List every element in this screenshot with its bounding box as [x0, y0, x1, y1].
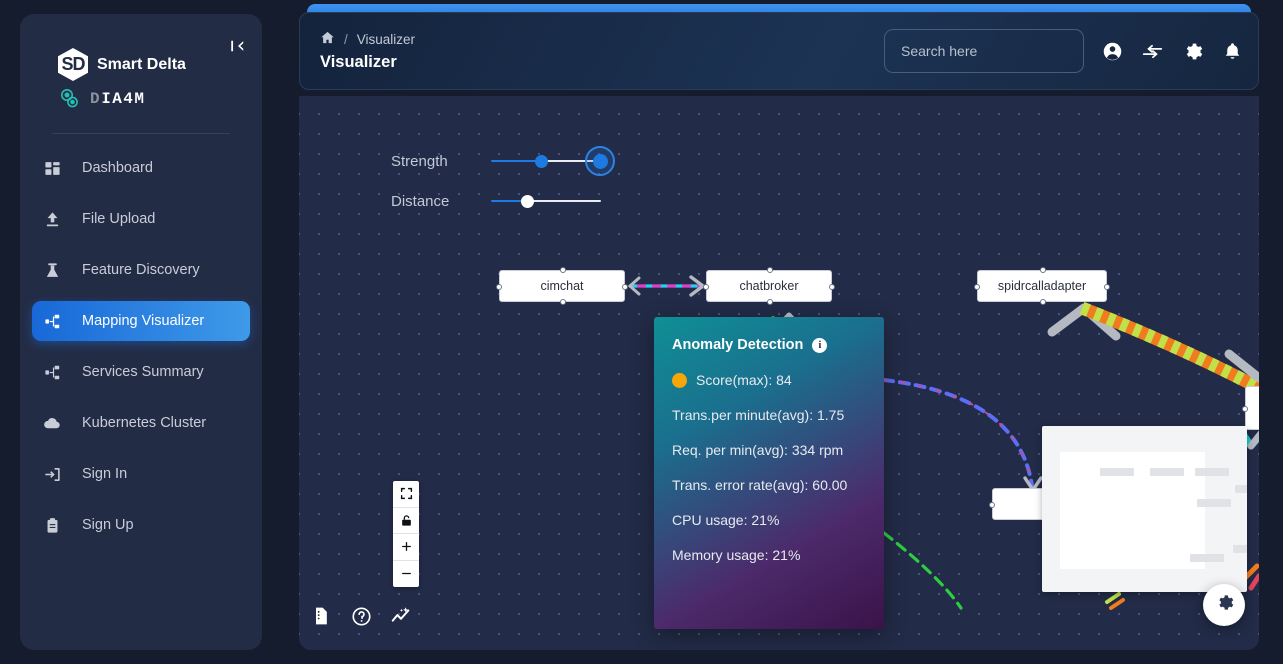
sidebar-item-label: Services Summary [82, 364, 204, 380]
anomaly-metric-row: Trans.per minute(avg): 1.75 [672, 407, 884, 423]
node-label: chatbroker [739, 279, 799, 293]
breadcrumb-separator: / [344, 31, 348, 47]
app-root: SD Smart Delta DIA4M Dashboard File Uplo… [0, 0, 1283, 664]
login-icon [42, 464, 62, 484]
zoom-controls [393, 481, 419, 587]
slider-thumb[interactable] [535, 154, 548, 168]
clipboard-icon [42, 515, 62, 535]
page-header: / Visualizer Visualizer [299, 12, 1259, 90]
hierarchy-icon [42, 362, 62, 382]
canvas-bottom-toolbar [309, 604, 413, 628]
slider-thumb[interactable] [521, 194, 534, 208]
node-label: cimchat [540, 279, 584, 293]
search-input[interactable] [884, 29, 1084, 73]
breadcrumb: / Visualizer [320, 30, 415, 48]
document-icon[interactable] [309, 604, 333, 628]
sidebar-item-label: Mapping Visualizer [82, 313, 205, 329]
gear-icon [1215, 593, 1234, 617]
home-icon[interactable] [320, 30, 335, 48]
slider-track[interactable] [491, 146, 615, 176]
product-row: DIA4M [58, 87, 246, 111]
anomaly-metric: Trans.per minute(avg): 1.75 [672, 407, 845, 423]
header-left: / Visualizer Visualizer [320, 30, 415, 72]
anomaly-score-row: Score(max): 84 [672, 372, 884, 388]
zoom-in-icon[interactable] [393, 534, 419, 561]
graph-node-partial-right[interactable] [1242, 386, 1259, 430]
sidebar-item-sign-up[interactable]: Sign Up [32, 505, 250, 545]
sidebar-divider [52, 133, 230, 134]
magic-analytics-icon[interactable] [389, 604, 413, 628]
page-title: Visualizer [320, 53, 397, 71]
sidebar-item-services-summary[interactable]: Services Summary [32, 352, 250, 392]
sidebar-item-file-upload[interactable]: File Upload [32, 199, 250, 239]
dia4m-mark-icon [58, 87, 84, 111]
sidebar-item-kubernetes-cluster[interactable]: Kubernetes Cluster [32, 403, 250, 443]
graph-node-cimchat[interactable]: cimchat [496, 267, 628, 305]
info-icon[interactable]: i [812, 337, 828, 353]
slider-controls: Strength Distance [391, 141, 615, 221]
anomaly-metric: Req. per min(avg): 334 rpm [672, 442, 844, 458]
sidebar-item-label: Dashboard [82, 160, 153, 176]
graph-canvas[interactable]: Strength Distance cimchat chatbroker spi… [299, 96, 1259, 650]
sidebar-item-label: Kubernetes Cluster [82, 415, 207, 431]
flask-icon [42, 260, 62, 280]
slider-distance: Distance [391, 181, 601, 221]
slider-strength: Strength [391, 141, 615, 181]
fit-view-icon[interactable] [393, 481, 419, 508]
anomaly-title: Anomaly Detection [672, 337, 804, 353]
breadcrumb-current[interactable]: Visualizer [357, 32, 415, 47]
sidebar-item-sign-in[interactable]: Sign In [32, 454, 250, 494]
upload-icon [42, 209, 62, 229]
zoom-out-icon[interactable] [393, 561, 419, 588]
settings-gear-icon[interactable] [1180, 39, 1204, 63]
anomaly-metric: CPU usage: 21% [672, 512, 780, 528]
sidebar-item-feature-discovery[interactable]: Feature Discovery [32, 250, 250, 290]
anomaly-metric: Memory usage: 21% [672, 547, 801, 563]
dashboard-grid-icon [42, 158, 62, 178]
notifications-bell-icon[interactable] [1220, 39, 1244, 63]
sidebar-item-dashboard[interactable]: Dashboard [32, 148, 250, 188]
cloud-icon [42, 413, 62, 433]
settings-fab[interactable] [1203, 584, 1245, 626]
main-area: / Visualizer Visualizer Search here Stre… [299, 0, 1265, 664]
collapse-left-icon[interactable] [226, 34, 250, 58]
brand-name: Smart Delta [97, 55, 186, 73]
sidebar-item-label: Feature Discovery [82, 262, 200, 278]
slider-label: Strength [391, 152, 448, 170]
anomaly-metric-row: Req. per min(avg): 334 rpm [672, 442, 884, 458]
sidebar-item-mapping-visualizer[interactable]: Mapping Visualizer [32, 301, 250, 341]
score-status-dot [672, 372, 687, 388]
graph-node-chatbroker[interactable]: chatbroker [703, 267, 835, 305]
graph-node-spidrcalladapter[interactable]: spidrcalladapter [974, 267, 1110, 305]
sidebar-item-label: File Upload [82, 211, 156, 227]
anomaly-metric-row: Trans. error rate(avg): 60.00 [672, 477, 884, 493]
sidebar-menu: Dashboard File Upload Feature Discovery … [20, 148, 262, 545]
anomaly-metric-row: CPU usage: 21% [672, 512, 884, 528]
smart-delta-logo-icon: SD [58, 48, 88, 81]
slider-label: Distance [391, 192, 450, 210]
sidebar: SD Smart Delta DIA4M Dashboard File Uplo… [20, 14, 262, 650]
anomaly-metric: Trans. error rate(avg): 60.00 [672, 477, 848, 493]
header-actions [884, 29, 1244, 73]
anomaly-metric-row: Memory usage: 21% [672, 547, 884, 563]
lock-icon[interactable] [393, 508, 419, 534]
sidebar-item-label: Sign In [82, 466, 128, 482]
minimap[interactable] [1042, 426, 1247, 592]
sidebar-item-label: Sign Up [82, 517, 134, 533]
node-label: spidrcalladapter [997, 279, 1087, 293]
product-name: DIA4M [90, 90, 146, 108]
compare-arrows-icon[interactable] [1140, 39, 1164, 63]
brand-row: SD Smart Delta [58, 48, 246, 81]
account-circle-icon[interactable] [1100, 39, 1124, 63]
sidebar-header: SD Smart Delta DIA4M [20, 14, 262, 134]
hierarchy-icon [42, 311, 62, 331]
anomaly-detection-panel: Anomaly Detection i Score(max): 84 Trans… [654, 317, 884, 629]
anomaly-title-row: Anomaly Detection i [672, 337, 884, 353]
slider-track[interactable] [491, 191, 601, 211]
slider-thumb-focused[interactable] [585, 146, 615, 176]
help-circle-icon[interactable] [349, 604, 373, 628]
anomaly-metric: Score(max): 84 [696, 372, 792, 388]
